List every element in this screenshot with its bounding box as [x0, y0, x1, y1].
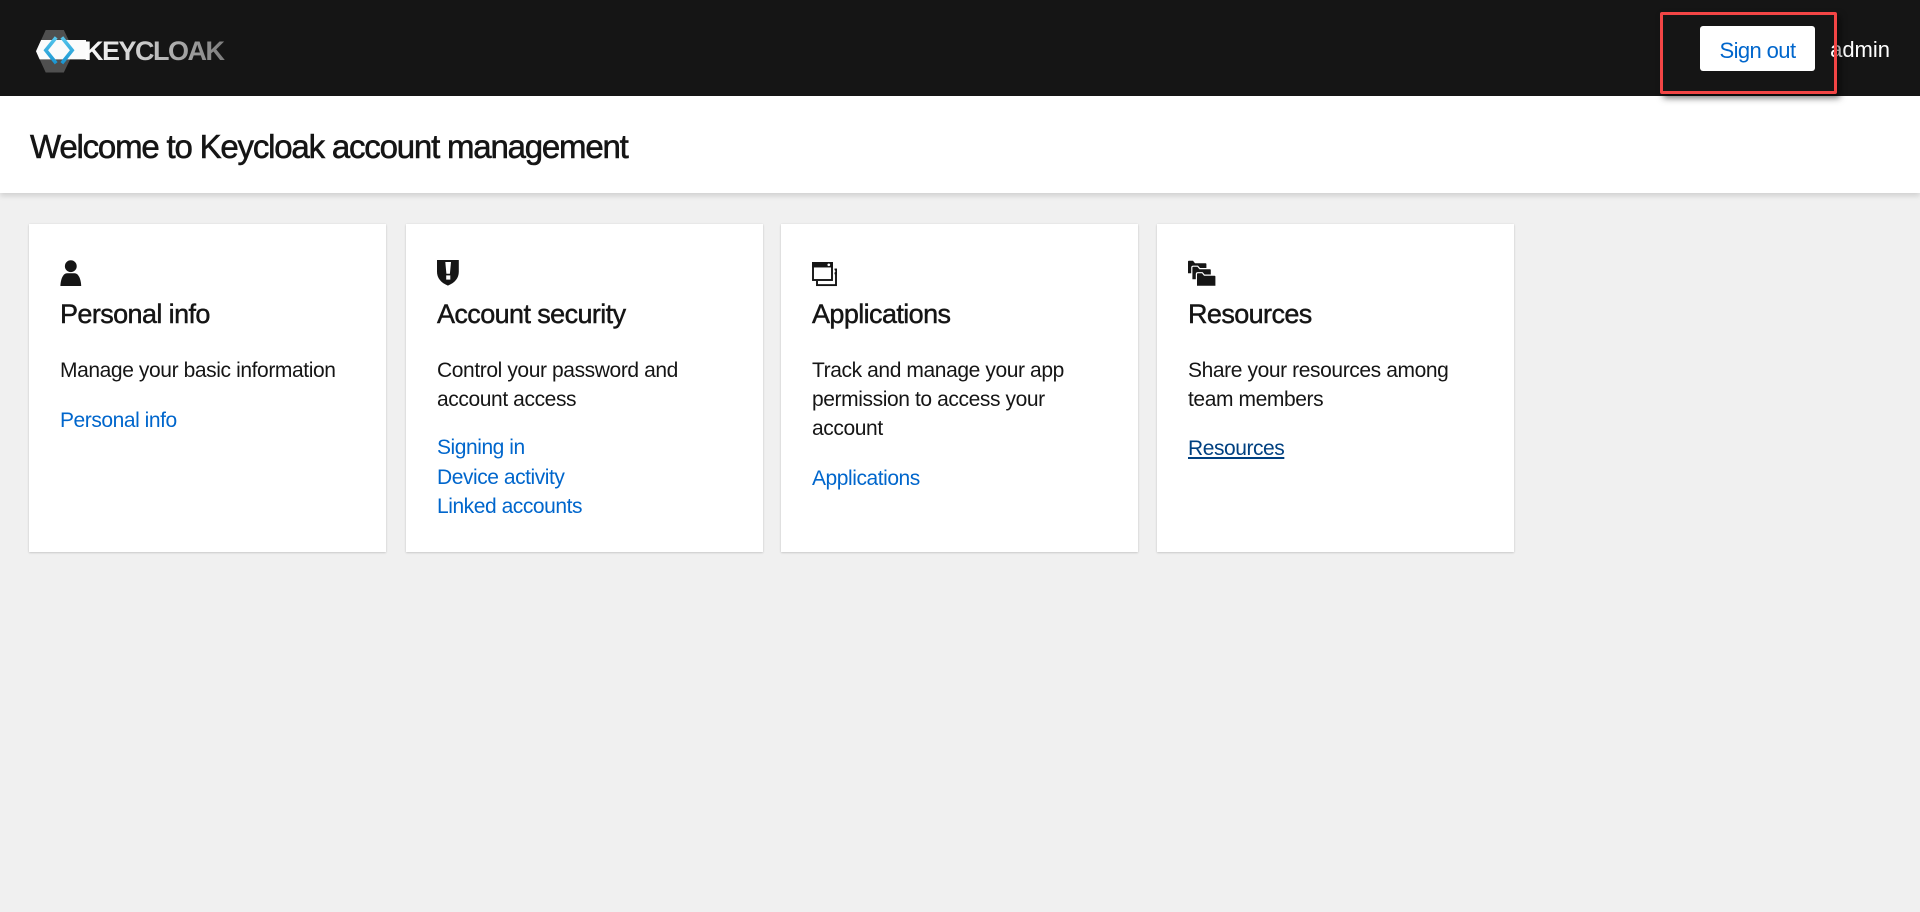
svg-text:KEYCLOAK: KEYCLOAK [84, 36, 226, 66]
